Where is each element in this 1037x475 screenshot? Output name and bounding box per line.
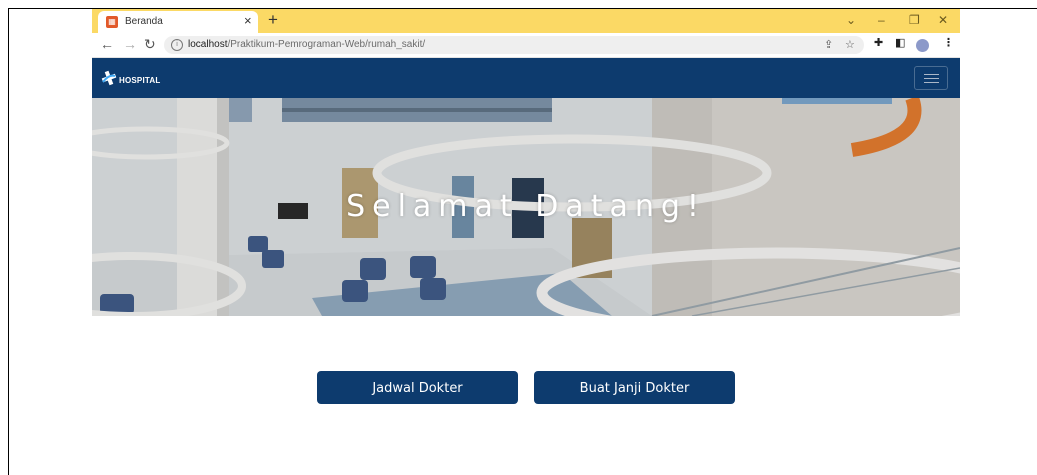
extensions-puzzle-icon[interactable]: ✚ (874, 36, 883, 50)
share-icon[interactable]: ⇪ (824, 38, 833, 51)
minimize-icon[interactable]: – (878, 13, 885, 27)
url-path: /Praktikum-Pemrograman-Web/rumah_sakit/ (227, 39, 426, 50)
side-panel-icon[interactable]: ◧ (895, 36, 905, 50)
hamburger-line-icon (924, 78, 939, 79)
profile-avatar[interactable] (916, 39, 929, 52)
forward-arrow-icon[interactable]: → (123, 36, 137, 52)
document-frame-left (8, 8, 9, 475)
tab-title: Beranda (125, 16, 163, 27)
tab-beranda[interactable]: ▦ Beranda × (98, 11, 258, 33)
browser-window: ▦ Beranda × + ⌄ – ❐ ✕ ← → ↻ i localhost/… (92, 9, 960, 475)
address-bar[interactable]: i localhost/Praktikum-Pemrograman-Web/ru… (164, 36, 864, 54)
close-window-icon[interactable]: ✕ (938, 13, 948, 27)
browser-toolbar: ← → ↻ i localhost/Praktikum-Pemrograman-… (92, 33, 960, 58)
reload-icon[interactable]: ↻ (144, 36, 156, 52)
hamburger-line-icon (924, 82, 939, 83)
back-arrow-icon[interactable]: ← (100, 36, 114, 52)
nav-toggle-button[interactable] (914, 66, 948, 90)
page-favicon-icon: ▦ (106, 16, 118, 28)
jadwal-dokter-button[interactable]: Jadwal Dokter (317, 371, 518, 404)
hero-banner: Selamat Datang! (92, 98, 960, 316)
site-navbar: HOSPITAL (92, 58, 960, 98)
url-text: localhost/Praktikum-Pemrograman-Web/ruma… (188, 39, 425, 50)
brand-text: HOSPITAL (119, 76, 161, 85)
new-tab-icon[interactable]: + (268, 10, 278, 30)
site-info-icon[interactable]: i (171, 39, 183, 51)
hamburger-line-icon (924, 74, 939, 75)
url-host: localhost (188, 39, 228, 50)
close-tab-icon[interactable]: × (244, 14, 252, 28)
tab-search-chevron-icon[interactable]: ⌄ (846, 13, 856, 27)
menu-kebab-icon[interactable]: ⋮ (943, 36, 954, 50)
medical-cross-icon (101, 70, 117, 86)
bookmark-star-icon[interactable]: ☆ (845, 38, 855, 51)
buat-janji-dokter-button[interactable]: Buat Janji Dokter (534, 371, 735, 404)
restore-icon[interactable]: ❐ (909, 13, 920, 27)
hero-title: Selamat Datang! (346, 189, 706, 224)
tab-strip: ▦ Beranda × + ⌄ – ❐ ✕ (92, 9, 960, 33)
